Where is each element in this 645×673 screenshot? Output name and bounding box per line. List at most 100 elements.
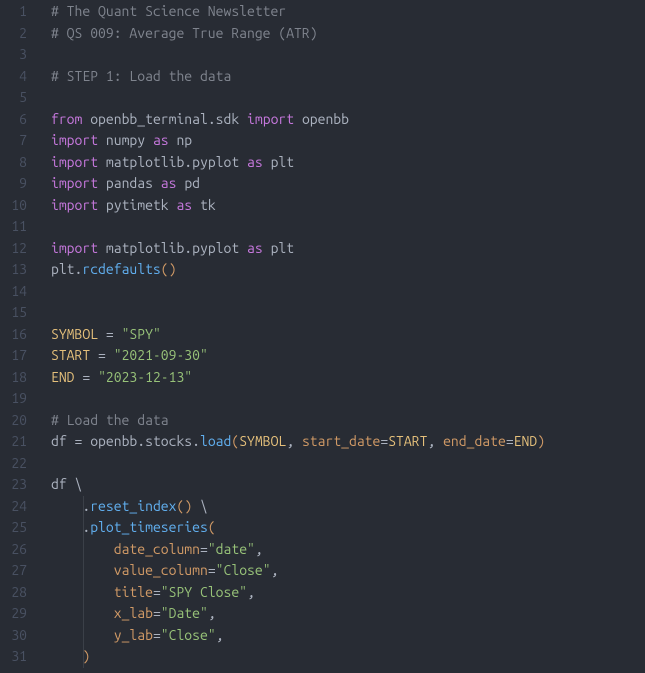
code-line[interactable]: # STEP 1: Load the data [51,66,645,88]
code-token [106,347,114,363]
code-line[interactable]: .plot_timeseries( [51,517,645,539]
code-token: import [51,197,98,213]
code-token: . [137,433,145,449]
code-line[interactable]: title="SPY Close", [51,582,645,604]
line-number: 10 [0,195,35,217]
code-token: "Close" [216,562,271,578]
code-token [294,433,302,449]
code-token: pyplot [192,154,239,170]
code-token: pyplot [192,240,239,256]
code-line[interactable] [51,216,645,238]
indent-guide [83,560,84,582]
code-token: start_date [302,433,380,449]
code-token: np [176,132,192,148]
code-token: , [286,433,294,449]
code-line[interactable]: import numpy as np [51,130,645,152]
code-token: title [114,584,153,600]
code-token: import [51,240,98,256]
code-token: plt [271,154,295,170]
code-token [51,498,82,514]
code-token: "date" [208,541,255,557]
code-token: ( [161,261,169,277]
code-line[interactable]: value_column="Close", [51,560,645,582]
code-token: rcdefaults [82,261,160,277]
code-line[interactable]: import pytimetk as tk [51,195,645,217]
code-token: START [388,433,427,449]
code-token: sdk [216,111,240,127]
code-token: , [208,605,216,621]
code-token: . [184,154,192,170]
code-token [67,433,75,449]
line-number: 26 [0,539,35,561]
code-token: = [153,605,161,621]
code-line[interactable]: .reset_index() \ [51,496,645,518]
code-token: openbb [302,111,349,127]
code-token: as [176,197,192,213]
code-line[interactable] [51,281,645,303]
line-number: 11 [0,216,35,238]
code-line[interactable]: # QS 009: Average True Range (ATR) [51,23,645,45]
code-token: pd [184,175,200,191]
indent-guide [83,646,84,668]
line-number: 14 [0,281,35,303]
code-token: = [153,627,161,643]
line-number: 16 [0,324,35,346]
code-token: as [153,132,169,148]
code-line[interactable]: # Load the data [51,410,645,432]
code-line[interactable]: import matplotlib.pyplot as plt [51,152,645,174]
code-line[interactable]: SYMBOL = "SPY" [51,324,645,346]
line-number: 22 [0,453,35,475]
code-line[interactable] [51,388,645,410]
code-token: import [51,154,98,170]
code-token [90,369,98,385]
code-token: matplotlib [106,240,184,256]
code-line[interactable]: START = "2021-09-30" [51,345,645,367]
code-area[interactable]: # The Quant Science Newsletter # QS 009: … [35,0,645,673]
code-token: from [51,111,82,127]
code-token [98,240,106,256]
code-token: ( [208,519,216,535]
code-token: "SPY Close" [161,584,247,600]
code-token: numpy [106,132,145,148]
indent-guide [83,603,84,625]
code-token: ) [169,261,177,277]
code-token: . [208,111,216,127]
line-number: 9 [0,173,35,195]
code-token: as [247,154,263,170]
line-number-gutter: 1234567891011121314151617181920212223242… [0,0,35,673]
code-line[interactable]: ) [51,646,645,668]
code-line[interactable]: df \ [51,474,645,496]
code-line[interactable]: date_column="date", [51,539,645,561]
code-token: date_column [114,541,200,557]
code-token: matplotlib [106,154,184,170]
code-line[interactable] [51,302,645,324]
code-token: # QS 009: Average True Range (ATR) [51,25,318,41]
line-number: 8 [0,152,35,174]
code-line[interactable]: df = openbb.stocks.load(SYMBOL, start_da… [51,431,645,453]
code-token: df [51,476,67,492]
code-line[interactable]: x_lab="Date", [51,603,645,625]
code-line[interactable]: from openbb_terminal.sdk import openbb [51,109,645,131]
code-line[interactable]: # The Quant Science Newsletter [51,1,645,23]
code-line[interactable]: import matplotlib.pyplot as plt [51,238,645,260]
line-number: 2 [0,23,35,45]
code-editor[interactable]: 1234567891011121314151617181920212223242… [0,0,645,673]
code-token [263,240,271,256]
code-token: "2021-09-30" [114,347,208,363]
code-line[interactable]: END = "2023-12-13" [51,367,645,389]
code-token: \ [200,498,208,514]
code-token: stocks [145,433,192,449]
code-line[interactable]: plt.rcdefaults() [51,259,645,281]
code-token: , [247,584,255,600]
line-number: 29 [0,603,35,625]
code-token [192,498,200,514]
code-line[interactable] [51,44,645,66]
line-number: 20 [0,410,35,432]
code-line[interactable] [51,453,645,475]
code-line[interactable]: import pandas as pd [51,173,645,195]
code-token [67,476,75,492]
line-number: 27 [0,560,35,582]
code-line[interactable]: y_lab="Close", [51,625,645,647]
code-token: = [106,326,114,342]
code-line[interactable] [51,87,645,109]
